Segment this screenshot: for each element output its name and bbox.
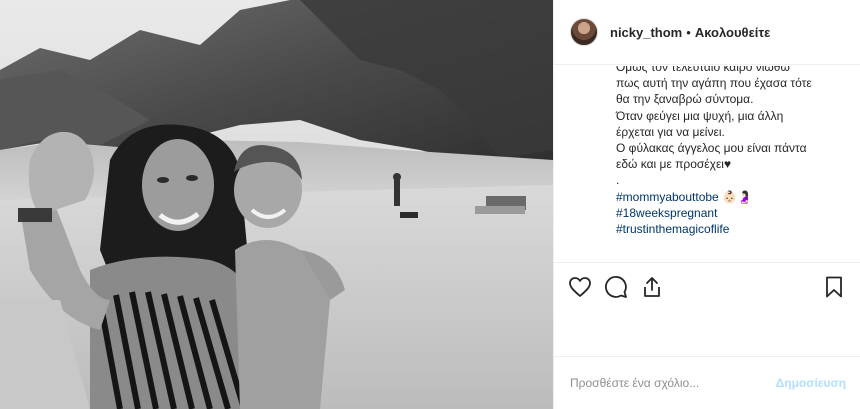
caption-line: .: [616, 173, 620, 188]
post-actions: [554, 262, 860, 310]
heart-icon: [569, 276, 591, 297]
caption-scroll-area[interactable]: Όμως τον τελευταίο καιρό νιώθω πως αυτή …: [554, 66, 860, 262]
following-button[interactable]: Ακολουθείτε: [695, 25, 771, 40]
hashtag-link[interactable]: #mommyabouttobe 👶🏻🤰🏻: [616, 189, 844, 205]
username-link[interactable]: nicky_thom: [610, 25, 682, 40]
post-header: nicky_thom • Ακολουθείτε: [554, 0, 860, 65]
separator-dot: •: [686, 24, 691, 40]
hashtag-link[interactable]: #trustinthemagicoflife: [616, 221, 844, 237]
post-comment-button[interactable]: Δημοσίευση: [776, 376, 846, 390]
caption-line: έρχεται για να μείνει.: [616, 124, 725, 139]
save-button[interactable]: [816, 267, 852, 307]
like-button[interactable]: [562, 267, 598, 307]
avatar[interactable]: [570, 18, 598, 46]
user-line: nicky_thom • Ακολουθείτε: [610, 25, 770, 40]
caption-line: Ο φύλακας άγγελος μου είναι πάντα: [616, 141, 807, 156]
share-icon: [644, 276, 660, 297]
comment-input[interactable]: [570, 376, 776, 390]
caption-line: πως αυτή την αγάπη που έχασα τότε: [616, 76, 812, 91]
caption-line: εδώ και με προσέχει♥: [616, 157, 732, 172]
instagram-post: nicky_thom • Ακολουθείτε Όμως τον τελευτ…: [0, 0, 860, 409]
post-photo[interactable]: [0, 0, 553, 409]
comment-button[interactable]: [598, 267, 634, 307]
hashtag-link[interactable]: #18weekspregnant: [616, 205, 844, 221]
share-button[interactable]: [634, 267, 670, 307]
caption-line: Όμως τον τελευταίο καιρό νιώθω: [616, 66, 790, 74]
comment-icon: [605, 275, 627, 298]
caption-line: θα την ξαναβρώ σύντομα.: [616, 92, 754, 107]
caption-text: Όμως τον τελευταίο καιρό νιώθω πως αυτή …: [616, 66, 844, 237]
comment-bar: Δημοσίευση: [554, 356, 860, 409]
bookmark-icon: [826, 276, 842, 297]
caption-line: Όταν φεύγει μια ψυχή, μια άλλη: [616, 108, 784, 123]
post-sidebar: nicky_thom • Ακολουθείτε Όμως τον τελευτ…: [553, 0, 860, 409]
beach-photo-image: [0, 0, 553, 409]
